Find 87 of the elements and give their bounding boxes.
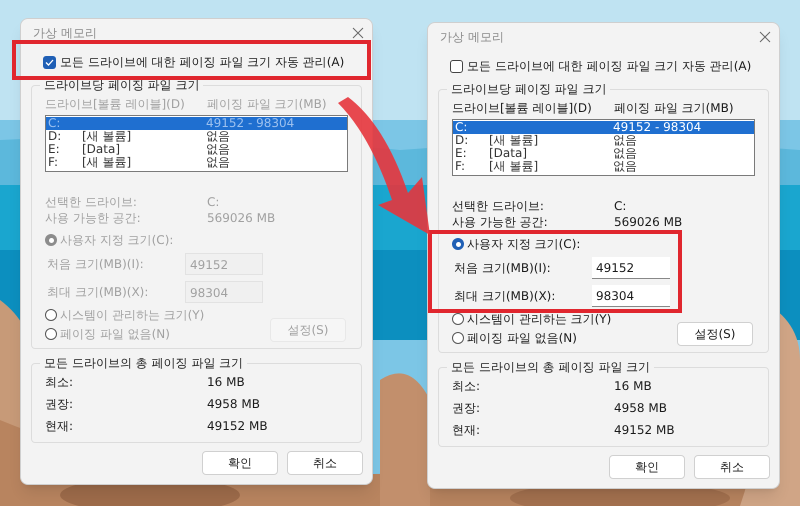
total-value: 16 MB xyxy=(207,374,245,390)
total-label: 현재: xyxy=(45,418,74,434)
close-icon[interactable] xyxy=(352,27,364,39)
drive-letter: E: xyxy=(454,147,468,160)
radio-label: 시스템이 관리하는 크기(Y) xyxy=(60,307,204,323)
dialog-button[interactable]: 확인 xyxy=(202,451,278,475)
dialog-button[interactable]: 확인 xyxy=(609,455,685,479)
window-title: 가상 메모리 xyxy=(33,25,97,42)
set-button[interactable]: 설정(S) xyxy=(677,322,753,346)
drive-row[interactable]: E: [Data] 없음 xyxy=(46,143,347,156)
info-value: C: xyxy=(207,194,220,210)
total-value: 49152 MB xyxy=(614,422,675,438)
info-value: C: xyxy=(614,198,626,214)
paging-size: 없음 xyxy=(206,143,230,156)
input-field[interactable]: 49152 xyxy=(592,257,670,279)
paging-size: 없음 xyxy=(613,147,637,160)
radio-button[interactable] xyxy=(45,328,57,340)
total-label: 현재: xyxy=(452,422,482,438)
column-header: 페이징 파일 크기(MB) xyxy=(207,96,327,112)
total-value: 4958 MB xyxy=(614,400,667,416)
field-label: 최대 크기(MB)(X): xyxy=(46,284,150,301)
total-label: 권장: xyxy=(45,396,74,412)
checkbox-label: 모든 드라이브에 대한 페이징 파일 크기 자동 관리(A) xyxy=(467,58,752,75)
paging-size: 49152 - 98304 xyxy=(206,117,294,130)
radio-button[interactable] xyxy=(45,309,57,321)
info-label: 선택한 드라이브: xyxy=(45,194,138,210)
column-header: 페이징 파일 크기(MB) xyxy=(614,100,734,116)
total-label: 최소: xyxy=(45,374,74,390)
paging-size: 49152 - 98304 xyxy=(613,121,702,134)
group-title: 모든 드라이브의 총 페이징 파일 크기 xyxy=(40,355,248,371)
info-value: 569026 MB xyxy=(614,214,682,230)
radio-button[interactable] xyxy=(45,234,57,246)
dialog-button[interactable]: 취소 xyxy=(694,455,770,479)
radio-label: 페이징 파일 없음(N) xyxy=(467,330,577,346)
radio-label: 사용자 지정 크기(C): xyxy=(467,236,580,252)
volume-label: [새 볼륨] xyxy=(82,155,132,169)
field-label: 최대 크기(MB)(X): xyxy=(453,288,556,305)
column-header: 드라이브[볼륨 레이블](D) xyxy=(45,96,186,112)
radio-label: 시스템이 관리하는 크기(Y) xyxy=(467,311,612,327)
drive-row[interactable]: F: [새 볼륨] 없음 xyxy=(46,156,347,169)
input-field[interactable]: 98304 xyxy=(592,285,670,307)
volume-label: [새 볼륨] xyxy=(489,133,538,147)
info-label: 사용 가능한 공간: xyxy=(45,210,142,226)
volume-label: [Data] xyxy=(489,146,528,160)
column-header: 드라이브[볼륨 레이블](D) xyxy=(452,100,593,116)
paging-size: 없음 xyxy=(613,134,637,147)
group-title: 모든 드라이브의 총 페이징 파일 크기 xyxy=(447,359,654,375)
paging-size: 없음 xyxy=(206,130,230,143)
drive-row[interactable]: D: [새 볼륨] 없음 xyxy=(46,130,347,143)
drive-letter: F: xyxy=(454,160,466,173)
drive-row[interactable]: F: [새 볼륨] 없음 xyxy=(453,160,754,173)
drive-letter: F: xyxy=(47,156,60,169)
total-value: 4958 MB xyxy=(207,396,260,412)
field-label: 처음 크기(MB)(I): xyxy=(46,256,145,273)
volume-label: [새 볼륨] xyxy=(489,159,538,173)
drive-row[interactable]: E: [Data] 없음 xyxy=(453,147,754,160)
checkbox[interactable] xyxy=(450,60,463,72)
window-title: 가상 메모리 xyxy=(440,29,504,46)
field-label: 처음 크기(MB)(I): xyxy=(453,260,552,277)
paging-size: 없음 xyxy=(206,156,230,169)
dialog-button[interactable]: 취소 xyxy=(287,451,363,475)
checkbox-label: 모든 드라이브에 대한 페이징 파일 크기 자동 관리(A) xyxy=(60,54,344,71)
total-label: 권장: xyxy=(452,400,482,416)
total-value: 49152 MB xyxy=(207,418,268,434)
total-label: 최소: xyxy=(452,378,482,394)
drive-letter: D: xyxy=(454,134,470,147)
radio-label: 사용자 지정 크기(C): xyxy=(60,232,174,248)
info-label: 선택한 드라이브: xyxy=(452,198,545,214)
info-value: 569026 MB xyxy=(207,210,276,226)
info-label: 사용 가능한 공간: xyxy=(452,214,549,230)
radio-label: 페이징 파일 없음(N) xyxy=(60,326,170,342)
radio-button[interactable] xyxy=(452,313,464,325)
total-value: 16 MB xyxy=(614,378,652,394)
close-icon[interactable] xyxy=(759,31,771,43)
drive-letter: E: xyxy=(47,143,61,156)
drive-row[interactable]: C: 49152 - 98304 xyxy=(453,121,754,134)
radio-button[interactable] xyxy=(452,332,464,344)
drive-letter: C: xyxy=(47,117,62,130)
drive-letter: C: xyxy=(454,121,468,134)
radio-button[interactable] xyxy=(452,238,464,250)
drive-letter: D: xyxy=(47,130,62,143)
paging-size: 없음 xyxy=(613,160,637,173)
volume-label: [Data] xyxy=(82,142,120,156)
volume-label: [새 볼륨] xyxy=(82,129,132,143)
group-title: 드라이브당 페이징 파일 크기 xyxy=(447,81,610,97)
drive-row[interactable]: D: [새 볼륨] 없음 xyxy=(453,134,754,147)
checkbox[interactable] xyxy=(43,56,56,68)
